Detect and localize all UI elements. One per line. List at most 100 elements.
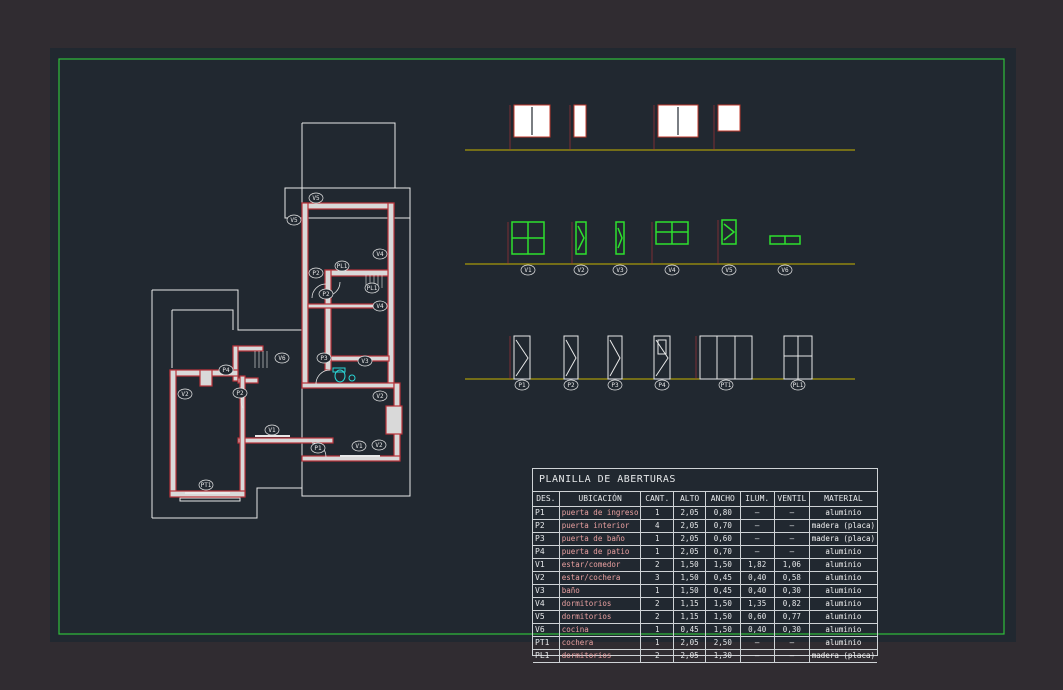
schedule-cell: aluminio	[809, 636, 877, 650]
schedule-cell: 2,05	[673, 636, 707, 650]
svg-text:P1: P1	[314, 445, 322, 452]
svg-text:V4: V4	[376, 303, 384, 310]
schedule-title: PLANILLA DE ABERTURAS	[533, 469, 877, 492]
tag-v2: V2	[371, 439, 387, 451]
schedule-cell: —	[774, 506, 810, 520]
schedule-cell: —	[740, 636, 775, 650]
schedule-cell: 0,70	[705, 519, 741, 533]
schedule-cell: 0,77	[774, 610, 810, 624]
svg-text:V5: V5	[312, 195, 320, 202]
elevations: V1 V2 V3 V4 V5 V6 P1 P2 P3 P4 PT1 PL1	[465, 104, 855, 391]
schedule-cell: 1,06	[774, 558, 810, 572]
schedule-cell: 3	[640, 571, 675, 585]
schedule-cell: 0,58	[774, 571, 810, 585]
tag-v5: V5	[721, 264, 737, 276]
tag-pl1: PL1	[364, 282, 380, 294]
col-ancho: ANCHO	[705, 492, 741, 507]
schedule-cell: 0,30	[774, 623, 810, 637]
svg-text:P2: P2	[312, 270, 320, 277]
schedule-cell: 1,50	[705, 558, 741, 572]
svg-text:PT1: PT1	[721, 382, 732, 389]
svg-text:P2: P2	[236, 390, 244, 397]
schedule-cell: 1	[640, 545, 675, 559]
schedule-cell: cochera	[559, 636, 642, 650]
svg-text:V4: V4	[668, 267, 676, 274]
schedule-cell: 2	[640, 558, 675, 572]
schedule-cell: —	[774, 545, 810, 559]
schedule-cell: —	[740, 506, 775, 520]
tag-p2: P2	[232, 387, 248, 399]
schedule-cell: puerta interior	[559, 519, 642, 533]
schedule-row: V5 dormitorios 2 1,15 1,50 0,60 0,77 aluminio	[533, 610, 877, 624]
svg-text:PL1: PL1	[793, 382, 804, 389]
schedule-cell: —	[774, 649, 810, 663]
tag-v1: V1	[264, 424, 280, 436]
tag-pl1: PL1	[790, 379, 806, 391]
tag-v1: V1	[520, 264, 536, 276]
svg-text:P3: P3	[320, 355, 328, 362]
openings-schedule: PLANILLA DE ABERTURAS DES. UBICACIÓN CAN…	[532, 468, 878, 663]
schedule-cell: 2,05	[673, 532, 707, 546]
cad-model-space[interactable]: P1 P2 P2 P2 P3 P4 V1 V1 V2 V2 V2 V3 V4 V4 V5 V5 V6 PL1 PL1…	[50, 48, 1016, 663]
col-des: DES.	[533, 492, 560, 507]
col-ventil: VENTIL	[774, 492, 810, 507]
schedule-row: PT1 cochera 1 2,05 2,50— — aluminio	[533, 636, 877, 650]
schedule-cell: aluminio	[809, 571, 877, 585]
schedule-cell: 1,50	[705, 623, 741, 637]
schedule-row: PL1 dormitorios 2 2,05 1,30— — madera (placa)	[533, 649, 877, 663]
tag-v5: V5	[286, 214, 302, 226]
schedule-cell: —	[740, 649, 775, 663]
schedule-cell: puerta de patio	[559, 545, 642, 559]
schedule-cell: 0,80	[705, 506, 741, 520]
schedule-cell: V4	[533, 597, 560, 611]
schedule-cell: aluminio	[809, 584, 877, 598]
schedule-cell: 0,40	[740, 623, 775, 637]
schedule-cell: 1,30	[705, 649, 741, 663]
schedule-row: V4 dormitorios 2 1,15 1,50 1,35 0,82 aluminio	[533, 597, 877, 611]
schedule-cell: 0,70	[705, 545, 741, 559]
svg-text:P4: P4	[222, 367, 230, 374]
schedule-cell: 0,45	[705, 571, 741, 585]
schedule-row: V2 estar/cochera 3 1,50 0,45 0,40 0,58 aluminio	[533, 571, 877, 585]
tag-v2: V2	[177, 388, 193, 400]
tag-v4: V4	[664, 264, 680, 276]
svg-text:V3: V3	[616, 267, 624, 274]
schedule-cell: 4	[640, 519, 675, 533]
schedule-cell: 1,50	[705, 610, 741, 624]
schedule-cell: baño	[559, 584, 642, 598]
svg-text:P2: P2	[567, 382, 575, 389]
tag-pt1: PT1	[718, 379, 734, 391]
schedule-cell: dormitorios	[559, 649, 642, 663]
schedule-cell: PT1	[533, 636, 560, 650]
schedule-cell: 1,35	[740, 597, 775, 611]
schedule-cell: 0,60	[705, 532, 741, 546]
svg-text:P4: P4	[658, 382, 666, 389]
schedule-cell: 2	[640, 597, 675, 611]
schedule-cell: 2,50	[705, 636, 741, 650]
col-material: MATERIAL	[809, 492, 877, 507]
svg-text:V5: V5	[290, 217, 298, 224]
tag-v5: V5	[308, 192, 324, 204]
schedule-cell: —	[774, 532, 810, 546]
svg-text:PT1: PT1	[201, 482, 212, 489]
schedule-cell: estar/cochera	[559, 571, 642, 585]
svg-text:P3: P3	[611, 382, 619, 389]
tag-v6: V6	[777, 264, 793, 276]
svg-text:V1: V1	[524, 267, 532, 274]
schedule-cell: puerta de ingreso	[559, 506, 642, 520]
schedule-cell: 1,50	[673, 571, 707, 585]
schedule-cell: aluminio	[809, 623, 877, 637]
svg-text:V3: V3	[361, 358, 369, 365]
tag-p2: P2	[308, 267, 324, 279]
tag-p2: P2	[318, 288, 334, 300]
schedule-row: P3 puerta de baño 1 2,05 0,60— — madera (placa…	[533, 532, 877, 546]
svg-text:V2: V2	[577, 267, 585, 274]
schedule-cell: aluminio	[809, 610, 877, 624]
schedule-cell: madera (placa)	[809, 519, 877, 533]
schedule-cell: P2	[533, 519, 560, 533]
schedule-table: DES. UBICACIÓN CANT. ALTO ANCHO ILUM. VE…	[533, 492, 877, 663]
schedule-cell: 1,50	[673, 584, 707, 598]
schedule-cell: aluminio	[809, 597, 877, 611]
floor-plan	[151, 122, 411, 519]
schedule-cell: 2	[640, 610, 675, 624]
